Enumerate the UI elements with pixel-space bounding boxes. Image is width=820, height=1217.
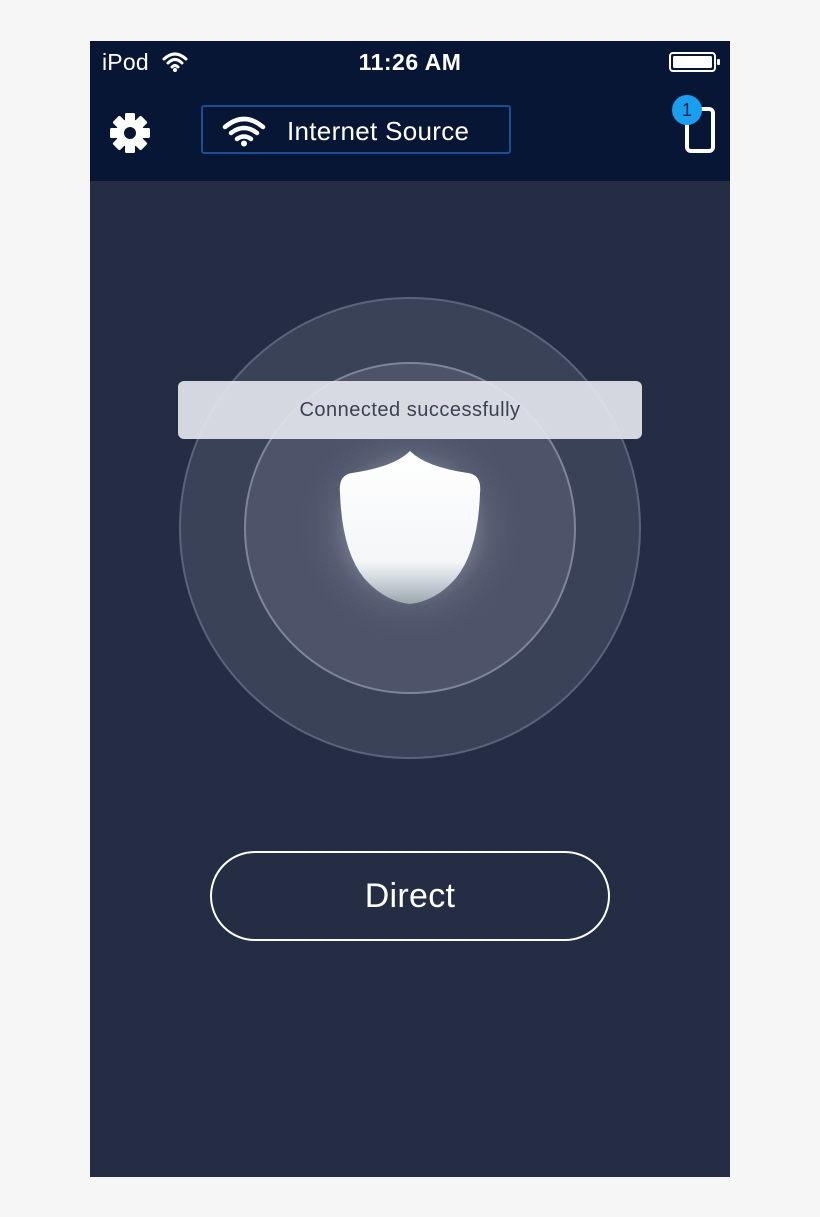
- battery-full-icon: [669, 52, 720, 72]
- status-time: 11:26 AM: [358, 49, 462, 75]
- status-bar: iPod 11:26 AM: [90, 41, 730, 85]
- settings-button[interactable]: [106, 109, 154, 157]
- connection-toast: Connected successfully: [178, 381, 642, 439]
- connected-devices-button[interactable]: 1: [670, 93, 722, 157]
- top-bar: iPod 11:26 AM Internet Source 1: [90, 41, 730, 181]
- internet-source-label: Internet Source: [287, 116, 470, 146]
- internet-source-button[interactable]: Internet Source: [201, 105, 511, 154]
- gear-icon: [110, 113, 150, 153]
- app-screen: iPod 11:26 AM Internet Source 1 Connecte…: [90, 41, 730, 1177]
- device-count-badge: 1: [672, 95, 702, 125]
- wifi-icon: [222, 116, 266, 147]
- direct-mode-button[interactable]: Direct: [210, 851, 610, 941]
- connection-graphic: [179, 297, 641, 759]
